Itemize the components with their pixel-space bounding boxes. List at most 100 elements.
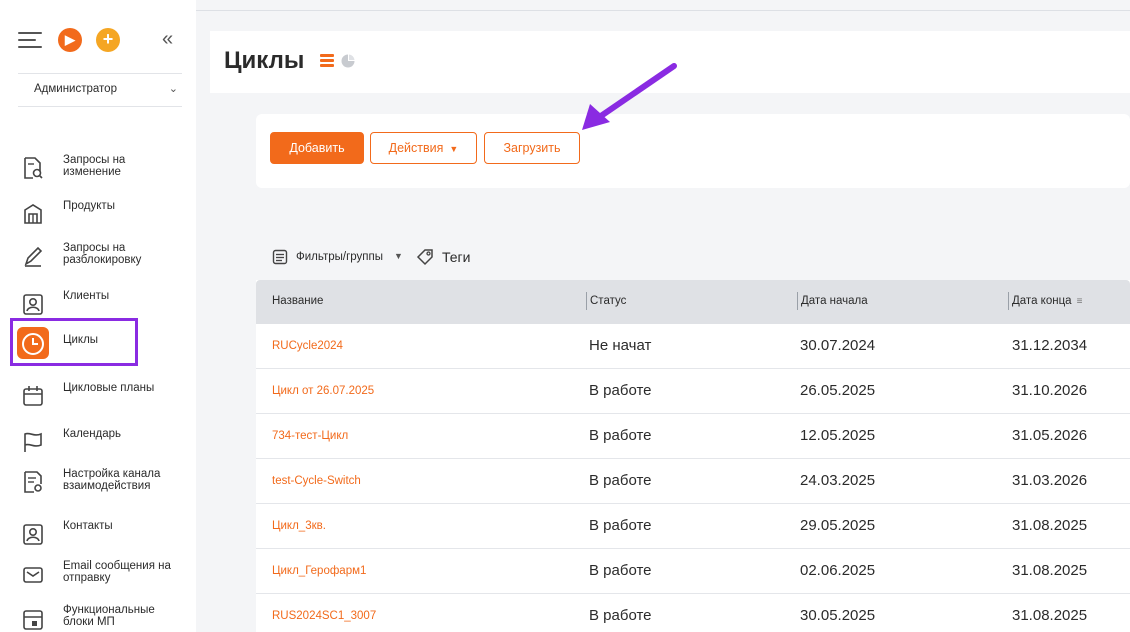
column-header-start-date[interactable]: Дата начала: [801, 295, 868, 307]
cycle-name-link[interactable]: test-Cycle-Switch: [272, 475, 361, 487]
person-card-icon: [22, 292, 44, 316]
sidebar-item-label: Запросы на изменение: [63, 154, 126, 178]
actions-dropdown-button[interactable]: Действия ▼: [370, 132, 477, 164]
chevron-down-icon: ⌄: [168, 83, 178, 95]
collapse-sidebar-icon[interactable]: «: [162, 28, 173, 50]
sidebar-item-label: Цикловые планы: [63, 382, 155, 394]
app-window: ▶ + « Администратор ⌄ Запросы на изменен…: [0, 0, 1130, 632]
cycle-name-link[interactable]: Цикл_Герофарм1: [272, 565, 366, 577]
sidebar-item-label: Клиенты: [63, 290, 110, 302]
column-header-status[interactable]: Статус: [590, 295, 626, 307]
status-cell: В работе: [589, 382, 652, 399]
document-gear-icon: [22, 470, 44, 494]
start-date-cell: 30.07.2024: [800, 337, 876, 354]
sidebar-item-label: Продукты: [63, 200, 115, 212]
sidebar-item-label: Календарь: [63, 428, 122, 440]
tags-button[interactable]: Теги: [442, 249, 470, 265]
person-card-icon: [22, 522, 44, 546]
clock-icon: [17, 327, 49, 359]
actions-toolbar: Добавить Действия ▼ Загрузить: [256, 114, 1130, 188]
cycle-name-link[interactable]: Цикл от 26.07.2025: [272, 385, 374, 397]
end-date-cell: 31.05.2026: [1012, 427, 1088, 444]
calendar-icon: [22, 384, 44, 408]
table-row[interactable]: Цикл от 26.07.2025 В работе 26.05.2025 3…: [256, 369, 1130, 414]
flag-icon: [22, 430, 44, 454]
plus-icon[interactable]: +: [96, 28, 120, 52]
sidebar-item-label: Контакты: [63, 520, 113, 532]
sidebar-item-cycles[interactable]: Циклы: [10, 318, 138, 366]
status-cell: В работе: [589, 562, 652, 579]
caret-down-icon: ▼: [394, 251, 403, 261]
end-date-cell: 31.08.2025: [1012, 517, 1088, 534]
caret-down-icon: ▼: [449, 144, 459, 154]
sort-icon[interactable]: ≡: [1077, 296, 1083, 307]
sidebar: ▶ + « Администратор ⌄ Запросы на изменен…: [0, 0, 196, 632]
cycle-name-link[interactable]: RUCycle2024: [272, 340, 343, 352]
tag-icon[interactable]: [416, 248, 434, 266]
sidebar-item-email-messages[interactable]: Email сообщения на отправку: [10, 554, 186, 594]
cycle-name-link[interactable]: RUS2024SC1_3007: [272, 610, 376, 622]
table-header: Название Статус Дата начала Дата конца ≡: [256, 280, 1130, 324]
start-date-cell: 24.03.2025: [800, 472, 876, 489]
start-date-cell: 29.05.2025: [800, 517, 876, 534]
page-title: Циклы: [224, 47, 305, 74]
chart-view-icon[interactable]: [341, 54, 355, 68]
end-date-label: Дата конца: [1012, 295, 1072, 307]
box-icon: [22, 202, 44, 226]
column-divider: [797, 292, 798, 310]
role-selector[interactable]: Администратор ⌄: [18, 73, 182, 107]
table-row[interactable]: test-Cycle-Switch В работе 24.03.2025 31…: [256, 459, 1130, 504]
status-cell: В работе: [589, 517, 652, 534]
pencil-icon: [22, 244, 44, 268]
table-row[interactable]: 734-тест-Цикл В работе 12.05.2025 31.05.…: [256, 414, 1130, 459]
start-date-cell: 12.05.2025: [800, 427, 876, 444]
status-cell: Не начат: [589, 337, 652, 354]
start-date-cell: 02.06.2025: [800, 562, 876, 579]
sidebar-item-products[interactable]: Продукты: [10, 194, 186, 234]
role-label: Администратор: [34, 83, 117, 95]
column-header-name[interactable]: Название: [272, 295, 323, 307]
sidebar-item-label: Запросы на разблокировку: [63, 242, 142, 266]
sidebar-item-label: Email сообщения на отправку: [63, 560, 171, 584]
end-date-cell: 31.12.2034: [1012, 337, 1088, 354]
upload-button[interactable]: Загрузить: [484, 132, 580, 164]
top-divider: [196, 10, 1130, 11]
sidebar-item-contacts[interactable]: Контакты: [10, 514, 186, 554]
sidebar-item-cycle-plans[interactable]: Цикловые планы: [10, 376, 186, 416]
cycles-table: Название Статус Дата начала Дата конца ≡ …: [256, 280, 1130, 632]
end-date-cell: 31.03.2026: [1012, 472, 1088, 489]
cycle-name-link[interactable]: 734-тест-Цикл: [272, 430, 348, 442]
sidebar-item-change-requests[interactable]: Запросы на изменение: [10, 148, 186, 188]
start-date-cell: 30.05.2025: [800, 607, 876, 624]
document-search-icon: [22, 156, 44, 180]
actions-label: Действия: [388, 141, 444, 155]
sidebar-top-bar: ▶ + «: [18, 26, 188, 60]
table-row[interactable]: RUS2024SC1_3007 В работе 30.05.2025 31.0…: [256, 594, 1130, 632]
table-row[interactable]: Цикл_3кв. В работе 29.05.2025 31.08.2025: [256, 504, 1130, 549]
filter-list-icon[interactable]: [272, 249, 288, 265]
table-row[interactable]: RUCycle2024 Не начат 30.07.2024 31.12.20…: [256, 324, 1130, 369]
mail-icon: [22, 562, 44, 586]
cycle-name-link[interactable]: Цикл_3кв.: [272, 520, 326, 532]
list-view-icon[interactable]: [320, 54, 334, 68]
column-divider: [586, 292, 587, 310]
end-date-cell: 31.10.2026: [1012, 382, 1088, 399]
column-header-end-date[interactable]: Дата конца ≡: [1012, 295, 1082, 307]
sidebar-item-label: Циклы: [63, 334, 99, 346]
status-cell: В работе: [589, 607, 652, 624]
sidebar-item-label: Функциональные блоки МП: [63, 604, 155, 628]
menu-icon[interactable]: [18, 30, 44, 50]
play-icon[interactable]: ▶: [58, 28, 82, 52]
add-button[interactable]: Добавить: [270, 132, 364, 164]
sidebar-item-functional-blocks[interactable]: Функциональные блоки МП: [10, 598, 186, 632]
status-cell: В работе: [589, 427, 652, 444]
page-header: Циклы: [210, 31, 1130, 93]
sidebar-item-unlock-requests[interactable]: Запросы на разблокировку: [10, 236, 186, 276]
end-date-cell: 31.08.2025: [1012, 562, 1088, 579]
end-date-cell: 31.08.2025: [1012, 607, 1088, 624]
sidebar-item-calendar[interactable]: Календарь: [10, 422, 186, 462]
table-row[interactable]: Цикл_Герофарм1 В работе 02.06.2025 31.08…: [256, 549, 1130, 594]
sidebar-item-channel-settings[interactable]: Настройка канала взаимодействия: [10, 462, 186, 502]
filters-groups-dropdown[interactable]: Фильтры/группы: [296, 251, 383, 263]
sidebar-item-label: Настройка канала взаимодействия: [63, 468, 161, 492]
